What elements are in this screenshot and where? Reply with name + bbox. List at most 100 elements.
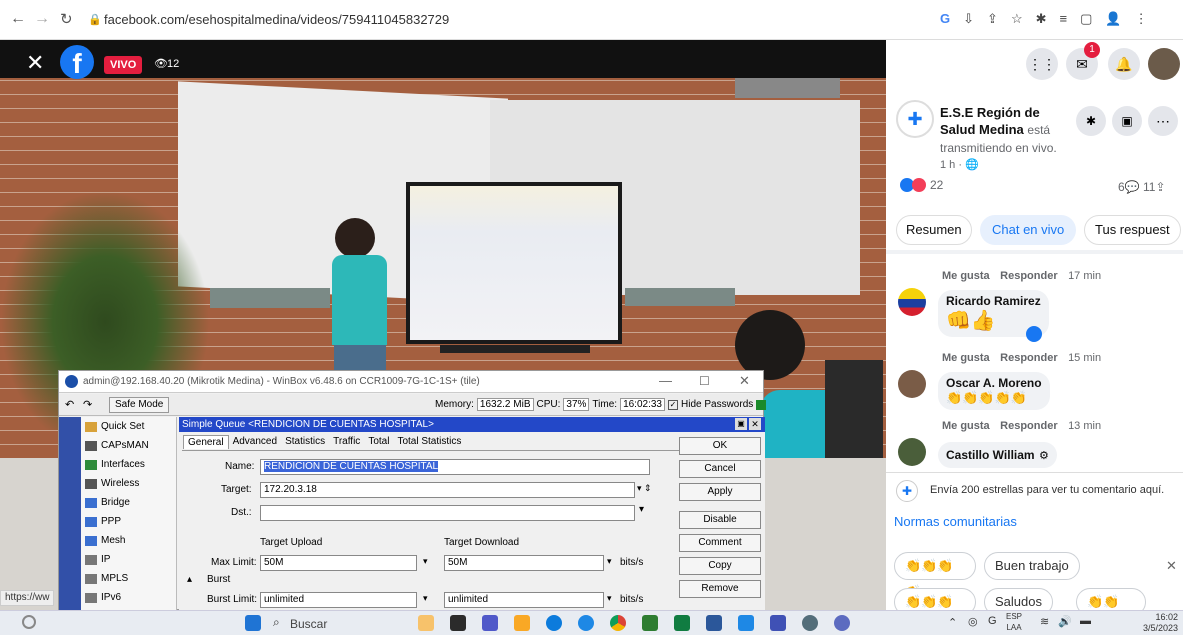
task-view-icon[interactable] xyxy=(450,615,466,631)
tab-summary[interactable]: Resumen xyxy=(896,215,972,245)
facebook-logo-icon[interactable]: f xyxy=(60,45,94,79)
address-bar[interactable]: facebook.com/esehospitalmedina/videos/75… xyxy=(104,12,449,27)
dialog-close-icon[interactable]: ✕ xyxy=(749,418,761,430)
tab-total-statistics[interactable]: Total Statistics xyxy=(393,435,465,449)
undo-icon[interactable]: ↶ xyxy=(65,398,74,411)
browser-icon[interactable] xyxy=(578,615,594,631)
notes-icon[interactable] xyxy=(770,615,786,631)
reactions-summary[interactable]: 22 xyxy=(900,178,943,192)
commenter-name[interactable]: Oscar A. Moreno xyxy=(946,376,1042,390)
target-field[interactable]: 172.20.3.18 xyxy=(260,482,635,498)
commenter-avatar[interactable] xyxy=(898,438,926,466)
back-icon[interactable]: ← xyxy=(10,10,26,28)
widgets-icon[interactable] xyxy=(22,615,36,629)
emoji-reply-2[interactable]: 👏👏👏👏 xyxy=(894,588,976,610)
reading-list-icon[interactable]: ≡ xyxy=(1060,11,1068,27)
menu-interfaces[interactable]: Interfaces xyxy=(85,459,145,470)
hide-passwords-checkbox[interactable]: ✓ xyxy=(668,399,678,410)
network-app-icon[interactable] xyxy=(738,615,754,631)
tab-total[interactable]: Total xyxy=(364,435,393,449)
burst-download-dropdown-icon[interactable]: ▾ xyxy=(607,593,612,604)
emoji-reply-3[interactable]: 👏👏👏 xyxy=(1076,588,1146,610)
menu-capsman[interactable]: CAPsMAN xyxy=(85,440,149,451)
comment-button[interactable]: Comment xyxy=(679,534,761,552)
dialog-restore-icon[interactable]: ▣ xyxy=(735,418,747,430)
tray-app-icon[interactable]: ◎ xyxy=(968,615,978,628)
forward-icon[interactable]: → xyxy=(34,10,50,28)
disable-button[interactable]: Disable xyxy=(679,511,761,529)
google-icon[interactable]: G xyxy=(940,11,950,27)
tab-statistics[interactable]: Statistics xyxy=(281,435,329,449)
emoji-reply-1[interactable]: 👏👏👏👏 xyxy=(894,552,976,599)
burst-upload-dropdown-icon[interactable]: ▾ xyxy=(423,593,428,604)
menu-icon[interactable]: ⋮ xyxy=(1135,11,1148,27)
menu-ipv6[interactable]: IPv6 xyxy=(85,592,121,603)
apply-button[interactable]: Apply xyxy=(679,483,761,501)
commenter-avatar[interactable] xyxy=(898,288,926,316)
share-icon[interactable]: ⇪ xyxy=(987,11,998,27)
menu-bridge[interactable]: Bridge xyxy=(85,497,130,508)
ok-button[interactable]: OK xyxy=(679,437,761,455)
quick-reply-greetings[interactable]: Saludos xyxy=(984,588,1053,610)
dst-dropdown-icon[interactable]: ▾ xyxy=(639,504,644,515)
wifi-icon[interactable]: ≋ xyxy=(1040,615,1049,628)
search-icon[interactable]: ⌕ xyxy=(273,615,280,630)
quick-reply-good-job[interactable]: Buen trabajo xyxy=(984,552,1080,580)
target-dropdown-icon[interactable]: ▾ ⇕ xyxy=(637,483,652,494)
chrome-icon[interactable] xyxy=(610,615,626,631)
folder-icon[interactable] xyxy=(514,615,530,631)
follow-icon[interactable]: ✱ xyxy=(1076,106,1106,136)
app-icon-2[interactable] xyxy=(834,615,850,631)
safe-mode-button[interactable]: Safe Mode xyxy=(109,397,170,413)
name-field[interactable]: RENDICION DE CUENTAS HOSPITAL xyxy=(260,459,650,475)
minimize-icon[interactable]: — xyxy=(659,373,672,388)
tab-your-responses[interactable]: Tus respuest xyxy=(1084,215,1181,245)
max-download-dropdown-icon[interactable]: ▾ xyxy=(607,556,612,567)
language-indicator[interactable]: ESP LAA xyxy=(1006,611,1022,633)
menu-ip[interactable]: IP xyxy=(85,554,110,565)
close-quick-replies-icon[interactable]: ✕ xyxy=(1166,558,1177,574)
tab-general[interactable]: General xyxy=(183,435,229,449)
max-limit-upload-field[interactable]: 50M xyxy=(260,555,417,571)
install-icon[interactable]: ⇩ xyxy=(963,11,974,27)
commenter-name[interactable]: Castillo William xyxy=(946,448,1035,462)
close-window-icon[interactable]: ✕ xyxy=(739,373,750,389)
reply-link[interactable]: Responder xyxy=(1000,270,1057,282)
side-panel-icon[interactable]: ▢ xyxy=(1080,11,1092,27)
lock-icon[interactable]: 🔒 xyxy=(88,13,102,26)
volume-icon[interactable]: 🔊 xyxy=(1058,615,1072,628)
start-icon[interactable] xyxy=(245,615,261,631)
app-icon-1[interactable] xyxy=(642,615,658,631)
taskbar-search-label[interactable]: Buscar xyxy=(290,617,327,631)
remove-button[interactable]: Remove xyxy=(679,580,761,598)
like-link[interactable]: Me gusta xyxy=(942,270,990,282)
commenter-avatar[interactable] xyxy=(898,370,926,398)
commenter-name[interactable]: Ricardo Ramirez xyxy=(946,294,1041,308)
max-upload-dropdown-icon[interactable]: ▾ xyxy=(423,556,428,567)
stars-prompt[interactable]: Envía 200 estrellas para ver tu comentar… xyxy=(930,484,1164,496)
tab-advanced[interactable]: Advanced xyxy=(229,435,281,449)
menu-mesh[interactable]: Mesh xyxy=(85,535,125,546)
shares-count[interactable]: 11 xyxy=(1143,180,1155,194)
battery-icon[interactable]: ▬ xyxy=(1080,615,1091,627)
tray-chevron-icon[interactable]: ⌃ xyxy=(948,616,957,629)
close-icon[interactable]: ✕ xyxy=(26,52,44,74)
bookmark-star-icon[interactable]: ☆ xyxy=(1011,11,1023,27)
edge-icon[interactable] xyxy=(546,615,562,631)
page-avatar[interactable]: ✚ xyxy=(896,100,934,138)
teams-icon[interactable] xyxy=(482,615,498,631)
tab-traffic[interactable]: Traffic xyxy=(329,435,364,449)
profile-icon[interactable]: 👤 xyxy=(1105,11,1121,27)
explorer-icon[interactable] xyxy=(418,615,434,631)
user-avatar[interactable] xyxy=(1148,48,1180,80)
page-name[interactable]: E.S.E Región de Salud Medina xyxy=(940,105,1040,137)
menu-wireless[interactable]: Wireless xyxy=(85,478,139,489)
video-player[interactable]: ✕ f VIVO 👁 12 admin@192.168.40.20 (Mikro… xyxy=(0,40,886,610)
settings-icon[interactable] xyxy=(802,615,818,631)
excel-icon[interactable] xyxy=(674,615,690,631)
more-options-icon[interactable]: ⋯ xyxy=(1148,106,1178,136)
burst-limit-upload-field[interactable]: unlimited xyxy=(260,592,417,608)
community-standards-link[interactable]: Normas comunitarias xyxy=(894,514,1017,529)
redo-icon[interactable]: ↷ xyxy=(83,398,92,411)
menu-grid-icon[interactable]: ⋮⋮ xyxy=(1026,48,1058,80)
